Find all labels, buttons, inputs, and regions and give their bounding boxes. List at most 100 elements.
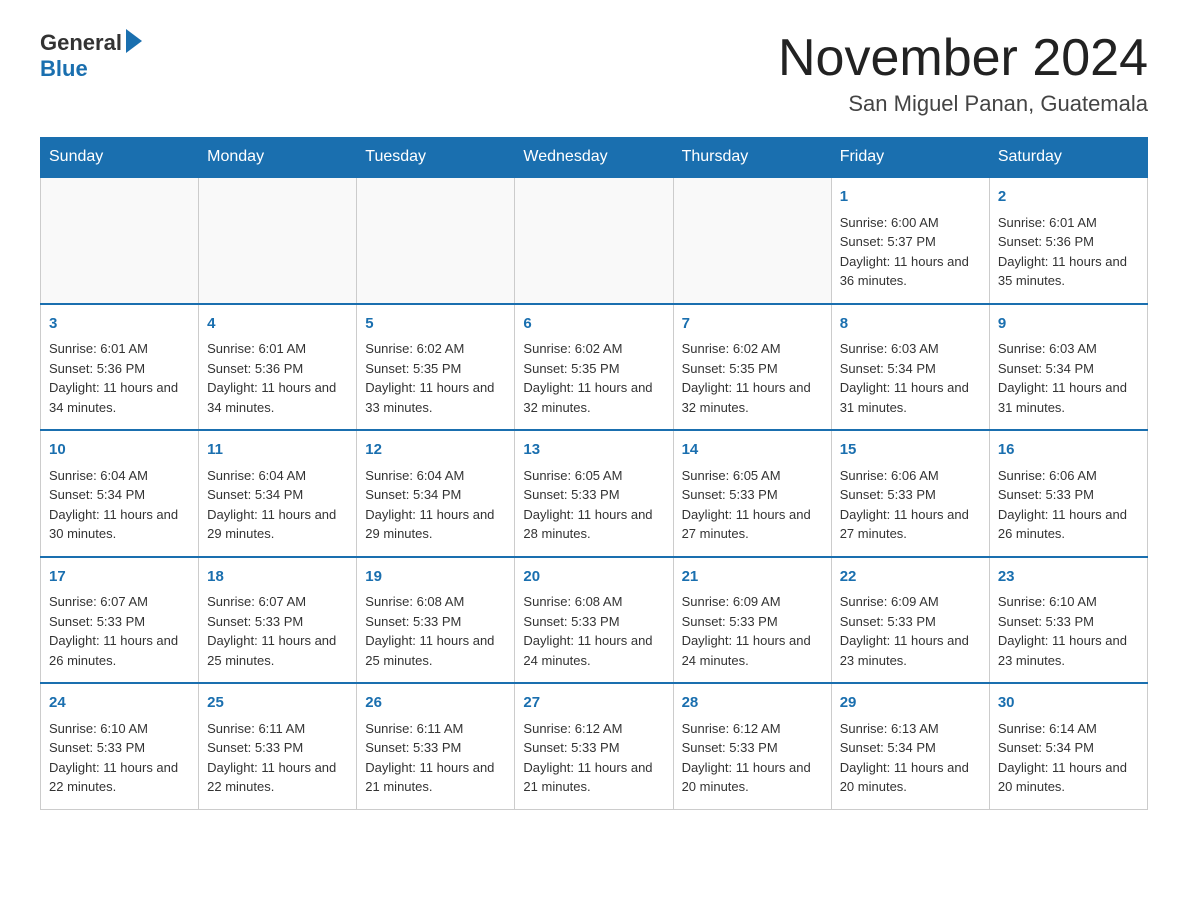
- logo-general-text: General: [40, 30, 122, 56]
- day-number: 4: [207, 313, 348, 336]
- day-info-line: Sunset: 5:33 PM: [523, 485, 664, 505]
- day-info-line: Sunset: 5:36 PM: [207, 359, 348, 379]
- day-info-line: Sunset: 5:36 PM: [49, 359, 190, 379]
- calendar-cell: 26Sunrise: 6:11 AMSunset: 5:33 PMDayligh…: [357, 683, 515, 809]
- day-number: 15: [840, 439, 981, 462]
- day-info-line: Sunset: 5:33 PM: [523, 738, 664, 758]
- day-info-line: Sunrise: 6:11 AM: [207, 719, 348, 739]
- day-info-line: Daylight: 11 hours and 34 minutes.: [49, 378, 190, 417]
- day-info-line: Sunset: 5:33 PM: [840, 485, 981, 505]
- day-info-line: Sunrise: 6:02 AM: [682, 339, 823, 359]
- day-info-line: Sunset: 5:33 PM: [682, 738, 823, 758]
- calendar-cell: 28Sunrise: 6:12 AMSunset: 5:33 PMDayligh…: [673, 683, 831, 809]
- day-info-line: Sunrise: 6:02 AM: [523, 339, 664, 359]
- calendar-cell: 30Sunrise: 6:14 AMSunset: 5:34 PMDayligh…: [989, 683, 1147, 809]
- day-info-line: Daylight: 11 hours and 29 minutes.: [365, 505, 506, 544]
- day-info-line: Daylight: 11 hours and 28 minutes.: [523, 505, 664, 544]
- calendar-cell: 5Sunrise: 6:02 AMSunset: 5:35 PMDaylight…: [357, 304, 515, 431]
- day-info-line: Sunset: 5:35 PM: [365, 359, 506, 379]
- day-number: 23: [998, 566, 1139, 589]
- day-number: 6: [523, 313, 664, 336]
- calendar-cell: 16Sunrise: 6:06 AMSunset: 5:33 PMDayligh…: [989, 430, 1147, 557]
- calendar-cell: 14Sunrise: 6:05 AMSunset: 5:33 PMDayligh…: [673, 430, 831, 557]
- day-info-line: Daylight: 11 hours and 23 minutes.: [840, 631, 981, 670]
- day-number: 13: [523, 439, 664, 462]
- day-info-line: Sunrise: 6:06 AM: [840, 466, 981, 486]
- day-of-week-header: Sunday: [41, 138, 199, 178]
- day-of-week-header: Saturday: [989, 138, 1147, 178]
- page-header: General Blue November 2024 San Miguel Pa…: [40, 30, 1148, 117]
- day-number: 12: [365, 439, 506, 462]
- day-info-line: Sunrise: 6:01 AM: [998, 213, 1139, 233]
- calendar-cell: 3 Sunrise: 6:01 AMSunset: 5:36 PMDaylight…: [41, 304, 199, 431]
- day-info-line: Sunrise: 6:01 AM: [49, 339, 190, 359]
- day-info-line: Daylight: 11 hours and 29 minutes.: [207, 505, 348, 544]
- day-number: 17: [49, 566, 190, 589]
- day-info-line: Sunrise: 6:05 AM: [523, 466, 664, 486]
- day-info-line: Sunrise: 6:07 AM: [207, 592, 348, 612]
- day-of-week-header: Tuesday: [357, 138, 515, 178]
- day-info-line: Sunset: 5:33 PM: [207, 738, 348, 758]
- calendar-cell: 25Sunrise: 6:11 AMSunset: 5:33 PMDayligh…: [199, 683, 357, 809]
- calendar-cell: [199, 177, 357, 304]
- calendar-subtitle: San Miguel Panan, Guatemala: [778, 91, 1148, 117]
- day-number: 25: [207, 692, 348, 715]
- calendar-cell: 2Sunrise: 6:01 AMSunset: 5:36 PMDaylight…: [989, 177, 1147, 304]
- day-number: 24: [49, 692, 190, 715]
- day-info-line: Sunrise: 6:07 AM: [49, 592, 190, 612]
- calendar-cell: 11Sunrise: 6:04 AMSunset: 5:34 PMDayligh…: [199, 430, 357, 557]
- day-of-week-header: Friday: [831, 138, 989, 178]
- day-info-line: Daylight: 11 hours and 27 minutes.: [840, 505, 981, 544]
- day-info-line: Sunset: 5:34 PM: [365, 485, 506, 505]
- calendar-cell: 27Sunrise: 6:12 AMSunset: 5:33 PMDayligh…: [515, 683, 673, 809]
- day-number: 5: [365, 313, 506, 336]
- day-info-line: Sunset: 5:33 PM: [998, 485, 1139, 505]
- day-info-line: Sunset: 5:33 PM: [365, 738, 506, 758]
- day-info-line: Daylight: 11 hours and 21 minutes.: [365, 758, 506, 797]
- calendar-cell: 6Sunrise: 6:02 AMSunset: 5:35 PMDaylight…: [515, 304, 673, 431]
- logo-blue-text: Blue: [40, 56, 88, 82]
- day-number: 16: [998, 439, 1139, 462]
- day-info-line: Sunset: 5:34 PM: [49, 485, 190, 505]
- day-info-line: Sunset: 5:33 PM: [207, 612, 348, 632]
- day-info-line: Sunrise: 6:14 AM: [998, 719, 1139, 739]
- day-info-line: Daylight: 11 hours and 22 minutes.: [49, 758, 190, 797]
- day-info-line: Sunset: 5:33 PM: [682, 612, 823, 632]
- day-info-line: Daylight: 11 hours and 27 minutes.: [682, 505, 823, 544]
- calendar-week-row: 17Sunrise: 6:07 AMSunset: 5:33 PMDayligh…: [41, 557, 1148, 684]
- day-number: 22: [840, 566, 981, 589]
- day-info-line: Daylight: 11 hours and 34 minutes.: [207, 378, 348, 417]
- day-info-line: Sunrise: 6:03 AM: [840, 339, 981, 359]
- calendar-title: November 2024: [778, 30, 1148, 87]
- day-info-line: Daylight: 11 hours and 25 minutes.: [365, 631, 506, 670]
- day-info-line: Daylight: 11 hours and 32 minutes.: [523, 378, 664, 417]
- day-info-line: Sunrise: 6:04 AM: [49, 466, 190, 486]
- calendar-cell: 10Sunrise: 6:04 AMSunset: 5:34 PMDayligh…: [41, 430, 199, 557]
- calendar-cell: 20Sunrise: 6:08 AMSunset: 5:33 PMDayligh…: [515, 557, 673, 684]
- calendar-cell: 21Sunrise: 6:09 AMSunset: 5:33 PMDayligh…: [673, 557, 831, 684]
- day-info-line: Daylight: 11 hours and 31 minutes.: [998, 378, 1139, 417]
- day-info-line: Sunset: 5:37 PM: [840, 232, 981, 252]
- day-info-line: Sunset: 5:33 PM: [523, 612, 664, 632]
- calendar-cell: 8Sunrise: 6:03 AMSunset: 5:34 PMDaylight…: [831, 304, 989, 431]
- day-info-line: Sunrise: 6:08 AM: [365, 592, 506, 612]
- day-info-line: Sunset: 5:33 PM: [682, 485, 823, 505]
- calendar-cell: [357, 177, 515, 304]
- calendar-cell: 15 Sunrise: 6:06 AMSunset: 5:33 PMDayligh…: [831, 430, 989, 557]
- calendar-cell: 12Sunrise: 6:04 AMSunset: 5:34 PMDayligh…: [357, 430, 515, 557]
- day-info-line: Daylight: 11 hours and 20 minutes.: [998, 758, 1139, 797]
- day-number: 27: [523, 692, 664, 715]
- calendar-week-row: 1Sunrise: 6:00 AMSunset: 5:37 PMDaylight…: [41, 177, 1148, 304]
- day-of-week-header: Wednesday: [515, 138, 673, 178]
- day-number: 3: [49, 313, 190, 336]
- day-number: 9: [998, 313, 1139, 336]
- day-info-line: Sunrise: 6:10 AM: [49, 719, 190, 739]
- day-info-line: Sunrise: 6:09 AM: [840, 592, 981, 612]
- day-info-line: Daylight: 11 hours and 35 minutes.: [998, 252, 1139, 291]
- logo: General Blue: [40, 30, 142, 82]
- calendar-cell: 23Sunrise: 6:10 AMSunset: 5:33 PMDayligh…: [989, 557, 1147, 684]
- day-info-line: Sunrise: 6:12 AM: [523, 719, 664, 739]
- day-number: 30: [998, 692, 1139, 715]
- day-info-line: Sunset: 5:34 PM: [207, 485, 348, 505]
- day-info-line: Daylight: 11 hours and 33 minutes.: [365, 378, 506, 417]
